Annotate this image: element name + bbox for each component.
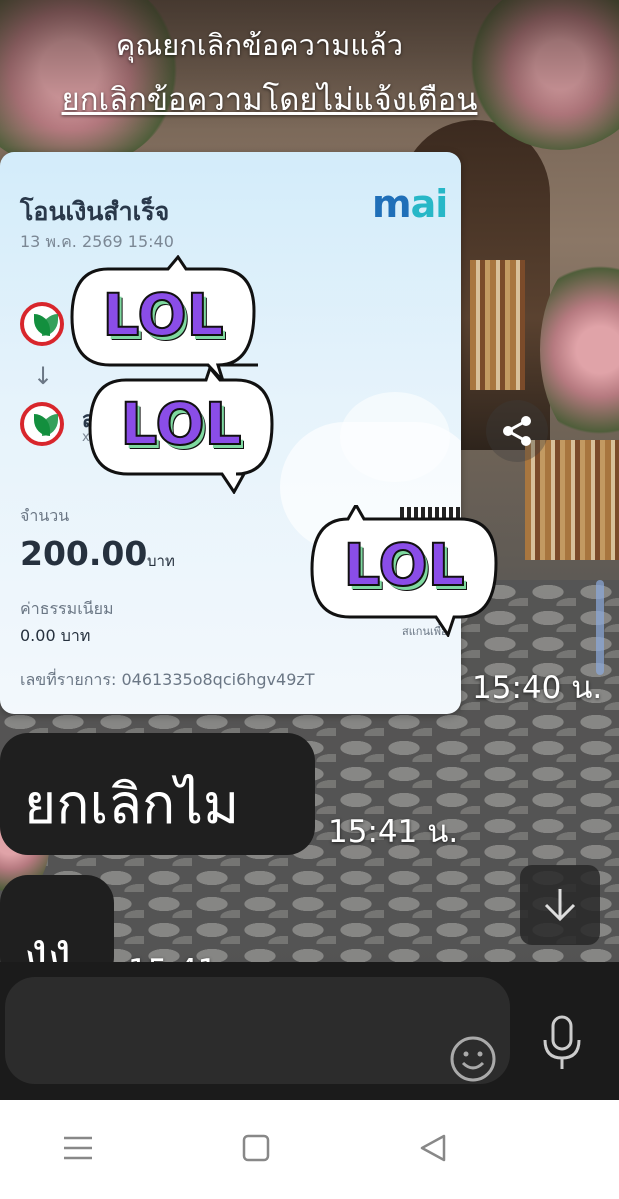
menu-lines-icon[interactable] — [62, 1132, 94, 1164]
message-input[interactable] — [5, 977, 510, 1084]
share-icon — [503, 416, 531, 446]
square-icon[interactable] — [241, 1132, 271, 1164]
receipt-date: 13 พ.ค. 2569 15:40 — [20, 232, 174, 251]
background-bookshelf — [470, 260, 525, 390]
fee-label: ค่าธรรมเนียม — [20, 599, 114, 618]
arrow-down-icon — [544, 889, 576, 922]
sticker-text: LOL — [119, 389, 242, 459]
make-app-logo: mai — [372, 182, 448, 226]
receipt-cloud-decoration — [340, 392, 450, 482]
chat-message-bubble[interactable]: ยกเลิกไม — [0, 733, 315, 855]
kbank-recipient-icon — [20, 402, 64, 446]
chat-scrollbar[interactable] — [596, 580, 604, 675]
share-button[interactable] — [486, 400, 548, 462]
lol-sticker: LOL — [86, 368, 276, 494]
background-book-stall — [525, 440, 619, 560]
message-input-bar — [0, 962, 619, 1100]
amount-value: 200.00 — [20, 534, 148, 573]
amount-label: จำนวน — [20, 506, 70, 525]
unsent-silent-notice: ยกเลิกข้อความโดยไม่แจ้งเตือน — [61, 82, 478, 118]
unsent-notice: คุณยกเลิกข้อความแล้ว — [115, 28, 404, 62]
sticker-text: LOL — [101, 280, 224, 350]
transaction-ref: เลขที่รายการ: 0461335o8qci6hgv49zT — [20, 670, 315, 689]
background-flowers — [540, 250, 619, 450]
transfer-arrow-icon: ↓ — [33, 362, 54, 390]
scroll-to-bottom-button[interactable] — [520, 865, 600, 945]
message-time: 15:40 น. — [472, 670, 603, 706]
amount-unit: บาท — [147, 552, 175, 570]
microphone-icon[interactable] — [540, 1014, 584, 1072]
sticker-text: LOL — [342, 530, 465, 600]
receipt-title: โอนเงินสำเร็จ — [20, 197, 170, 226]
smiley-icon[interactable] — [449, 1035, 497, 1083]
lol-sticker: LOL — [68, 255, 258, 383]
kbank-sender-icon — [20, 302, 64, 346]
triangle-back-icon[interactable] — [418, 1132, 448, 1164]
fee-value: 0.00 บาท — [20, 626, 91, 645]
message-text: ยกเลิกไม — [24, 772, 240, 836]
message-time: 15:41 น. — [328, 814, 459, 850]
lol-sticker: LOL — [308, 505, 500, 637]
